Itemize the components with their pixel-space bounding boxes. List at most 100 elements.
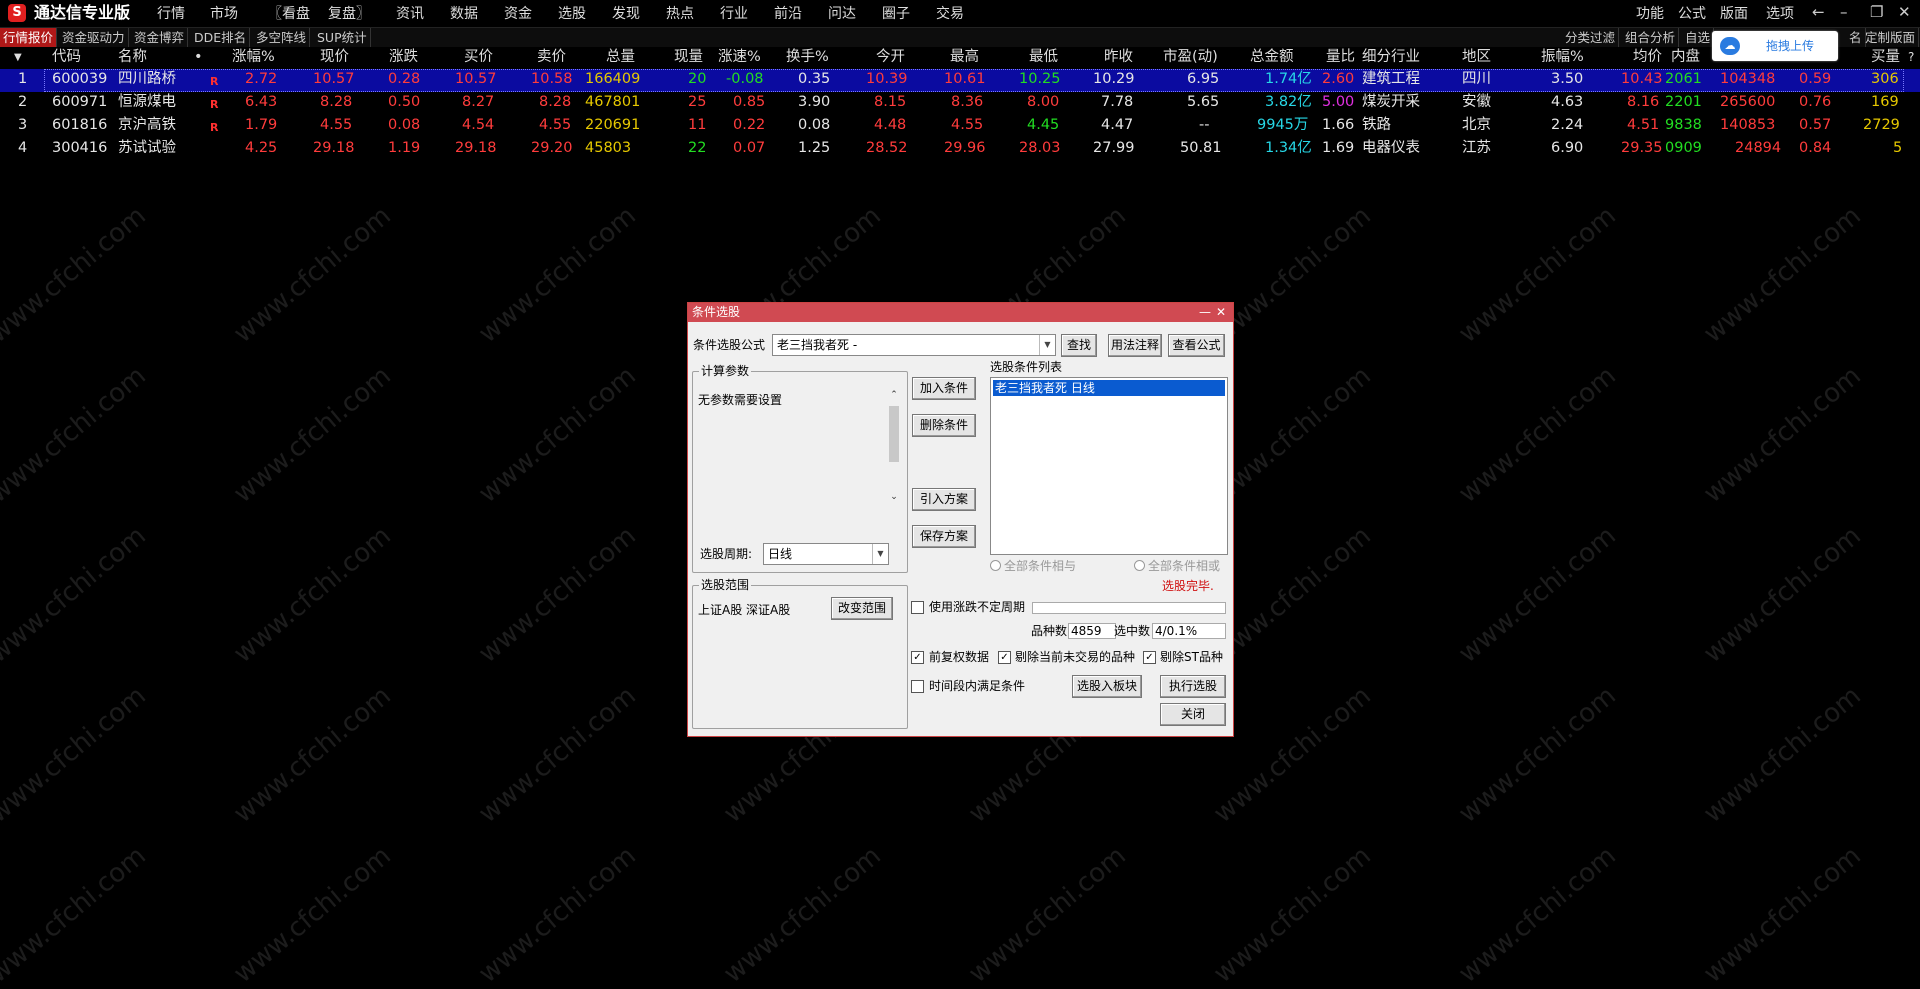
tab-duokong-zhenxian[interactable]: 多空阵线 (253, 28, 311, 47)
menu-banmian[interactable]: 版面 (1720, 4, 1748, 24)
menu-shuju[interactable]: 数据 (450, 4, 478, 24)
tab-zijin-qudongli[interactable]: 资金驱动力 (59, 28, 129, 47)
usage-note-button[interactable]: 用法注释 (1108, 334, 1162, 357)
tab-fenlei-guolv[interactable]: 分类过滤 (1562, 28, 1620, 47)
col-header[interactable]: 涨速% (718, 47, 761, 68)
menu-hangye[interactable]: 行业 (720, 4, 748, 24)
minimize-icon[interactable]: – (1840, 3, 1848, 21)
col-header[interactable]: 内盘 (1671, 47, 1700, 68)
time-cond-checkbox[interactable] (911, 680, 924, 693)
menu-gongneng[interactable]: 功能 (1636, 4, 1664, 24)
tab-zixuan[interactable]: 自选 (1682, 28, 1715, 47)
col-header[interactable]: 均价 (1633, 47, 1662, 68)
menu-quanzi[interactable]: 圈子 (882, 4, 910, 24)
col-header[interactable]: 现量 (674, 47, 703, 68)
period-select[interactable]: 日线 ▼ (763, 543, 889, 565)
col-header[interactable]: 代码 (52, 47, 81, 68)
st-checkbox[interactable]: ✓ (1143, 651, 1156, 664)
watermark: www.cfchi.com (1698, 680, 1867, 830)
col-header[interactable]: 买价 (464, 47, 493, 68)
menu-hangqing[interactable]: 行情 (157, 4, 185, 24)
menu-faxian[interactable]: 发现 (612, 4, 640, 24)
menu-kanpan[interactable]: 〖看盘 (268, 4, 310, 24)
sort-toggle-icon[interactable]: ▼ (14, 47, 22, 68)
dialog-title-bar[interactable]: 条件选股 — ✕ (688, 303, 1233, 322)
col-header[interactable]: 买量 (1871, 47, 1900, 68)
execute-button[interactable]: 执行选股 (1160, 675, 1226, 698)
col-header[interactable]: 今开 (876, 47, 905, 68)
close-button[interactable]: 关闭 (1160, 703, 1226, 726)
back-arrow-icon[interactable]: ← (1812, 3, 1825, 21)
col-header[interactable]: 昨收 (1104, 47, 1133, 68)
import-plan-button[interactable]: 引入方案 (912, 488, 976, 511)
col-header[interactable]: 换手% (786, 47, 829, 68)
chevron-down-icon[interactable]: ⌄ (887, 492, 901, 502)
tab-sup-tongji[interactable]: SUP统计 (314, 28, 371, 47)
menu-gongshi[interactable]: 公式 (1678, 4, 1706, 24)
close-icon[interactable]: ✕ (1216, 303, 1226, 322)
add-condition-button[interactable]: 加入条件 (912, 377, 976, 400)
fq-checkbox[interactable]: ✓ (911, 651, 924, 664)
tab-dde-paiming[interactable]: DDE排名 (191, 28, 251, 47)
menu-jiaoyi[interactable]: 交易 (936, 4, 964, 24)
menu-shichang[interactable]: 市场 (210, 4, 238, 24)
col-header[interactable]: 量比 (1326, 47, 1355, 68)
col-header[interactable]: 总量 (606, 47, 635, 68)
radio-all-or[interactable] (1134, 560, 1145, 571)
col-header[interactable]: 振幅% (1541, 47, 1584, 68)
formula-select[interactable]: 老三挡我者死 - ▼ (772, 334, 1056, 356)
col-header[interactable]: 最低 (1029, 47, 1058, 68)
menu-zijin[interactable]: 资金 (504, 4, 532, 24)
chevron-down-icon[interactable]: ▼ (1039, 335, 1055, 355)
condition-list-item[interactable]: 老三挡我者死 日线 (993, 380, 1225, 396)
col-header[interactable]: 总金额 (1250, 47, 1294, 68)
col-header[interactable]: 现价 (320, 47, 349, 68)
restore-icon[interactable]: ❐ (1870, 3, 1883, 21)
view-formula-button[interactable]: 查看公式 (1168, 334, 1225, 357)
col-header[interactable]: 地区 (1462, 47, 1491, 68)
col-header[interactable]: 名称 (118, 47, 147, 68)
menu-zixun[interactable]: 资讯 (396, 4, 424, 24)
radio-all-and[interactable] (990, 560, 1001, 571)
vol-ratio: 5.00 (1322, 94, 1355, 110)
amplitude: 2.24 (1551, 117, 1584, 133)
table-row[interactable]: 1 600039 四川路桥 R 2.72 10.57 0.28 10.57 10… (0, 69, 1920, 92)
chevron-up-icon[interactable]: ⌃ (887, 390, 901, 400)
untraded-checkbox[interactable]: ✓ (998, 651, 1011, 664)
minimize-icon[interactable]: — (1199, 303, 1211, 322)
delete-condition-button[interactable]: 删除条件 (912, 414, 976, 437)
close-icon[interactable]: ✕ (1898, 3, 1911, 21)
period-value: 日线 (768, 547, 793, 561)
col-header[interactable]: 卖价 (537, 47, 566, 68)
col-header[interactable]: ? (1908, 47, 1914, 68)
chevron-down-icon[interactable]: ▼ (872, 544, 888, 564)
scroll-thumb[interactable] (889, 406, 899, 462)
col-header[interactable]: 涨跌 (389, 47, 418, 68)
find-button[interactable]: 查找 (1061, 334, 1097, 357)
col-header[interactable]: 市盈(动) (1163, 47, 1218, 68)
params-scrollbar[interactable]: ⌃ ⌄ (887, 390, 901, 508)
col-header[interactable]: 涨幅% (232, 47, 275, 68)
menu-xuanxiang[interactable]: 选项 (1766, 4, 1794, 24)
change-range-button[interactable]: 改变范围 (831, 597, 893, 620)
menu-redian[interactable]: 热点 (666, 4, 694, 24)
condition-list[interactable]: 老三挡我者死 日线 (990, 377, 1228, 555)
col-header[interactable]: 细分行业 (1362, 47, 1420, 68)
tab-zijin-boyi[interactable]: 资金博弈 (131, 28, 189, 47)
table-row[interactable]: 2 600971 恒源煤电 R 6.43 8.28 0.50 8.27 8.28… (0, 92, 1920, 115)
tab-zuhe-fenxi[interactable]: 组合分析 (1622, 28, 1680, 47)
menu-wenda[interactable]: 问达 (828, 4, 856, 24)
tab-dingzhi-banmian[interactable]: 定制版面 (1862, 28, 1920, 47)
col-header[interactable]: • (194, 47, 203, 68)
table-row[interactable]: 3 601816 京沪高铁 R 1.79 4.55 0.08 4.54 4.55… (0, 115, 1920, 138)
menu-xuangu[interactable]: 选股 (558, 4, 586, 24)
watermark: www.cfchi.com (228, 680, 397, 830)
to-block-button[interactable]: 选股入板块 (1072, 675, 1142, 698)
save-plan-button[interactable]: 保存方案 (912, 525, 976, 548)
table-row[interactable]: 4 300416 苏试试验 4.25 29.18 1.19 29.18 29.2… (0, 138, 1920, 161)
col-header[interactable]: 最高 (950, 47, 979, 68)
menu-qianyan[interactable]: 前沿 (774, 4, 802, 24)
tab-hangqing-baojia[interactable]: 行情报价 (0, 28, 58, 47)
menu-fupan[interactable]: 复盘〗 (328, 4, 370, 24)
uncertain-period-checkbox[interactable] (911, 601, 924, 614)
